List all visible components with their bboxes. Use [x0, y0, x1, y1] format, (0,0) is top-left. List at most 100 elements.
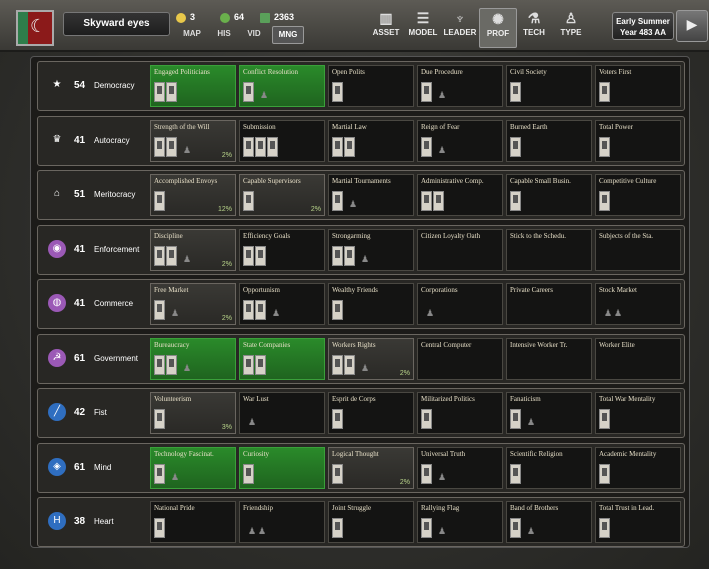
- perk-cell[interactable]: Efficiency Goals: [239, 228, 325, 271]
- perk-cell[interactable]: Wealthy Friends: [328, 283, 414, 325]
- perk-label: Total Power: [599, 122, 633, 131]
- perk-cell[interactable]: Strength of the Will ♟ 2%: [150, 119, 236, 162]
- row-header: ☭ 61 Government: [44, 345, 144, 373]
- perk-cell[interactable]: Total Trust in Lead.: [595, 501, 681, 543]
- perk-cell[interactable]: Competitive Culture: [595, 174, 681, 216]
- perk-cell[interactable]: Friendship ♟ ♟: [239, 501, 325, 543]
- tab-his[interactable]: HIS: [214, 26, 234, 42]
- perk-cell[interactable]: Total Power: [595, 119, 681, 162]
- perk-cell[interactable]: Free Market ♟ 2%: [150, 283, 236, 325]
- unit-card-icon: [332, 245, 343, 266]
- perk-label: Engaged Politicians: [154, 68, 210, 76]
- perk-cell[interactable]: Stick to the Schedu.: [506, 228, 592, 271]
- perk-cell[interactable]: Bureaucracy ♟: [150, 337, 236, 380]
- unit-card-icon: [332, 136, 343, 157]
- perk-cell[interactable]: Reign of Fear ♟: [417, 119, 503, 162]
- row-value: 41: [74, 134, 86, 146]
- perk-cell[interactable]: Capable Small Busin.: [506, 174, 592, 216]
- tab-type[interactable]: ♙ TYPE: [553, 8, 589, 46]
- end-turn-button[interactable]: ▶: [676, 10, 708, 42]
- unit-card-icon: [332, 300, 343, 320]
- perk-cell[interactable]: War Lust ♟: [239, 392, 325, 434]
- perk-cell[interactable]: Technology Fascinat. ♟: [150, 446, 236, 489]
- tab-mng[interactable]: MNG: [272, 26, 304, 44]
- perk-cell[interactable]: Opportunism ♟: [239, 283, 325, 325]
- perk-cell[interactable]: Band of Brothers ♟: [506, 501, 592, 543]
- perk-label: National Pride: [154, 504, 195, 512]
- unit-card-icon: [243, 136, 254, 157]
- nation-name[interactable]: Skyward eyes: [63, 12, 170, 36]
- perk-cell[interactable]: Total War Mentality: [595, 392, 681, 434]
- perk-cell[interactable]: Civil Society: [506, 65, 592, 107]
- crown-icon: ♛: [52, 133, 62, 145]
- row-value: 41: [74, 243, 86, 255]
- perk-cell[interactable]: Stock Market ♟ ♟: [595, 283, 681, 325]
- perk-cell[interactable]: Central Computer: [417, 337, 503, 380]
- perk-cell[interactable]: Citizen Loyalty Oath: [417, 228, 503, 271]
- tab-model[interactable]: ☰ MODEL: [405, 8, 441, 46]
- unit-sprite-icon: ♟: [438, 471, 447, 482]
- perk-cell[interactable]: Burned Earth: [506, 119, 592, 162]
- tab-prof[interactable]: ✺ PROF: [479, 8, 517, 48]
- perk-cell[interactable]: Submission: [239, 119, 325, 162]
- unit-sprite-icon: ♟: [614, 308, 623, 318]
- perk-cell[interactable]: Due Procedure ♟: [417, 65, 503, 107]
- perk-cell[interactable]: Accomplished Envoys 12%: [150, 174, 236, 216]
- row-header: ★ 54 Democracy: [44, 72, 144, 100]
- tab-asset[interactable]: ▥ ASSET: [368, 8, 404, 46]
- perk-cell[interactable]: Capable Supervisors 2%: [239, 174, 325, 216]
- unit-card-icon: [421, 136, 432, 157]
- nation-flag-icon[interactable]: [16, 10, 54, 46]
- perk-progress: 12%: [217, 206, 232, 213]
- unit-sprite-icon: ♟: [272, 308, 281, 318]
- perk-cell[interactable]: Discipline ♟ 2%: [150, 228, 236, 271]
- perk-label: Free Market: [154, 286, 189, 294]
- perk-cell[interactable]: Universal Truth ♟: [417, 446, 503, 489]
- perk-cell[interactable]: Conflict Resolution ♟: [239, 65, 325, 107]
- perk-cell[interactable]: Open Polits: [328, 65, 414, 107]
- unit-card-icon: [255, 300, 266, 320]
- perk-cell[interactable]: Militarized Politics: [417, 392, 503, 434]
- perk-cell[interactable]: Academic Mentality: [595, 446, 681, 489]
- perk-cell[interactable]: National Pride: [150, 501, 236, 543]
- type-icon: ♙: [564, 10, 578, 26]
- building-icon: ▥: [379, 10, 393, 26]
- perk-cell[interactable]: Engaged Politicians: [150, 65, 236, 107]
- perk-cell[interactable]: Rallying Flag ♟: [417, 501, 503, 543]
- perk-cell[interactable]: Subjects of the Sta.: [595, 228, 681, 271]
- perk-cell[interactable]: Fanaticism ♟: [506, 392, 592, 434]
- perk-cell[interactable]: Logical Thought 2%: [328, 446, 414, 489]
- tab-leader[interactable]: ♆ LEADER: [442, 8, 478, 46]
- perk-cell[interactable]: Voters First: [595, 65, 681, 107]
- perk-cell[interactable]: Workers Rights ♟ 2%: [328, 337, 414, 380]
- tab-vid[interactable]: VID: [244, 26, 264, 42]
- row-name: Heart: [94, 517, 114, 526]
- perk-cell[interactable]: Martial Tournaments ♟: [328, 174, 414, 216]
- perk-cell[interactable]: Worker Elite: [595, 337, 681, 380]
- perk-cell[interactable]: Esprit de Corps: [328, 392, 414, 434]
- perk-cell[interactable]: Curiosity: [239, 446, 325, 489]
- perk-cell[interactable]: Strongarming ♟: [328, 228, 414, 271]
- perk-cell[interactable]: Volunteerism 3%: [150, 392, 236, 434]
- perk-cell[interactable]: Joint Struggle: [328, 501, 414, 543]
- row-name: Commerce: [94, 299, 134, 308]
- perk-cell[interactable]: Martial Law: [328, 119, 414, 162]
- unit-card-icon: [243, 82, 254, 102]
- perk-cell[interactable]: Private Careers: [506, 283, 592, 325]
- perk-cell[interactable]: State Companies: [239, 337, 325, 380]
- unit-card-icon: [332, 354, 343, 375]
- perk-cell[interactable]: Corporations ♟: [417, 283, 503, 325]
- unit-card-icon: [344, 136, 355, 157]
- row-header: ◍ 41 Commerce: [44, 290, 144, 318]
- perk-cell[interactable]: Scientific Religion: [506, 446, 592, 489]
- perk-cell[interactable]: Administrative Comp.: [417, 174, 503, 216]
- unit-card-icon: [267, 136, 278, 157]
- perk-label: Scientific Religion: [510, 449, 563, 458]
- graduation-cap-icon: ◈: [48, 457, 66, 476]
- year-text: Year 483 AA: [620, 28, 666, 37]
- tab-map[interactable]: MAP: [180, 26, 204, 42]
- perk-label: Workers Rights: [332, 340, 376, 349]
- tab-tech[interactable]: ⚗ TECH: [516, 8, 552, 46]
- perk-cell[interactable]: Intensive Worker Tr.: [506, 337, 592, 380]
- row-header: ♛ 41 Autocracy: [44, 127, 144, 155]
